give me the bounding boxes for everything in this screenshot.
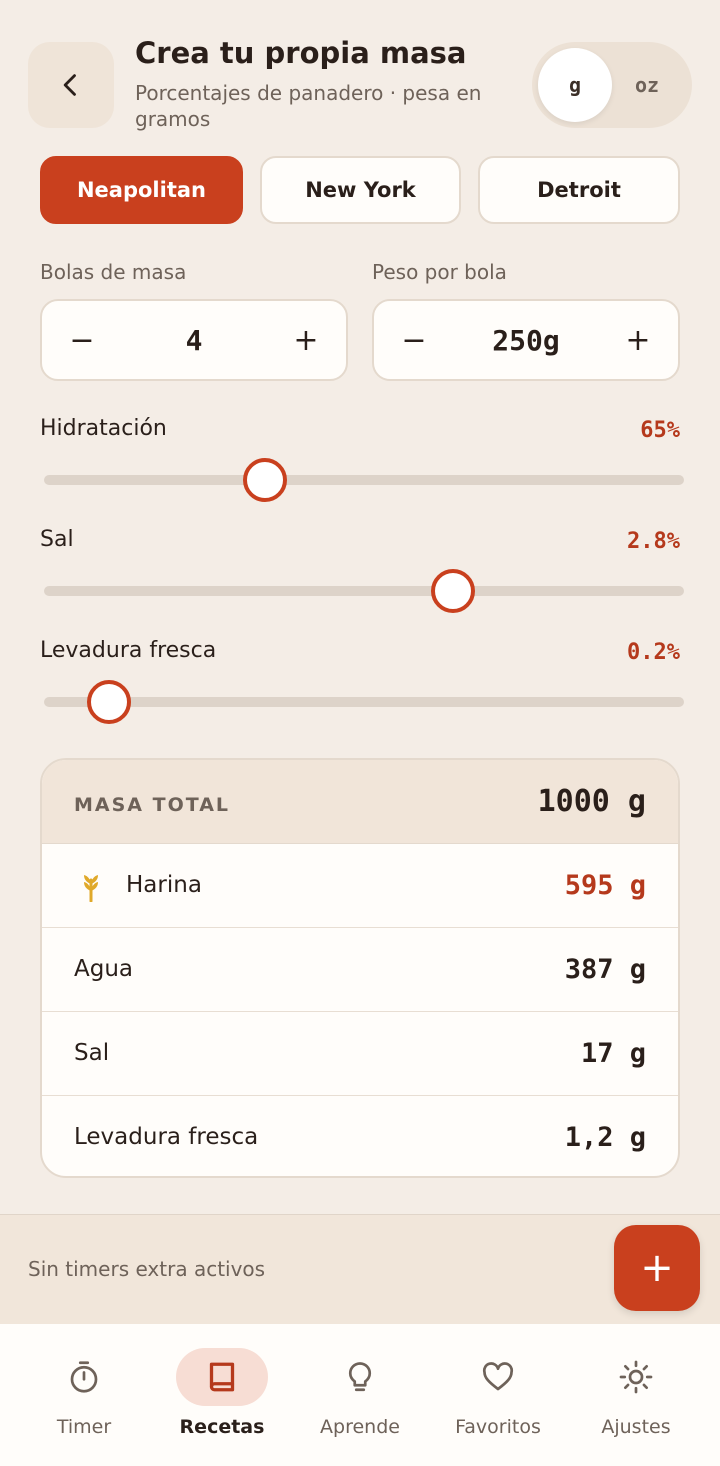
- chevron-left-icon: [63, 74, 76, 96]
- balls-label: Bolas de masa: [40, 260, 187, 284]
- add-timer-button[interactable]: +: [614, 1225, 700, 1311]
- weight-value: 250g: [492, 323, 560, 357]
- salt-slider-thumb[interactable]: [430, 569, 475, 613]
- nav-item-ajustes[interactable]: Ajustes: [576, 1346, 696, 1446]
- nav-item-aprende[interactable]: Aprende: [300, 1346, 420, 1446]
- weight-label: Peso por bola: [372, 260, 507, 284]
- style-tab-detroit[interactable]: Detroit: [478, 156, 680, 224]
- style-tab-new-york[interactable]: New York: [260, 156, 461, 224]
- ingredient-value: 387 g: [564, 954, 646, 985]
- extra-timers-bar: Sin timers extra activos +: [0, 1214, 720, 1324]
- ingredient-row-water: Agua 387 g: [42, 928, 678, 1012]
- balls-stepper: − 4 +: [40, 299, 348, 381]
- balls-decrement-button[interactable]: −: [42, 301, 122, 379]
- ingredient-label: Harina: [126, 872, 202, 898]
- nav-label: Timer: [56, 1416, 112, 1438]
- total-dough-label: MASA TOTAL: [74, 794, 231, 816]
- ingredient-label: Agua: [74, 956, 134, 982]
- ingredient-value: 17 g: [580, 1038, 646, 1069]
- book-icon: [209, 1362, 235, 1392]
- unit-toggle[interactable]: g oz: [532, 42, 692, 128]
- nav-item-timer[interactable]: Timer: [24, 1346, 144, 1446]
- nav-label: Aprende: [320, 1416, 400, 1438]
- ingredient-value: 595 g: [564, 870, 646, 901]
- page-title: Crea tu propia masa: [135, 36, 467, 70]
- salt-value: 2.8%: [627, 529, 680, 554]
- unit-option-ounces[interactable]: oz: [610, 48, 684, 122]
- unit-option-grams[interactable]: g: [538, 48, 612, 122]
- hydration-label: Hidratación: [40, 416, 167, 441]
- balls-increment-button[interactable]: +: [266, 301, 346, 379]
- dough-result-card: MASA TOTAL 1000 g Harina 595 g Agua 387 …: [40, 758, 680, 1178]
- weight-stepper: − 250g +: [372, 299, 680, 381]
- wheat-icon: [84, 875, 98, 902]
- bottom-navigation: Timer Recetas Aprende Favoritos Ajustes: [0, 1324, 720, 1466]
- ingredient-value: 1,2 g: [564, 1122, 646, 1153]
- hydration-slider[interactable]: [44, 458, 684, 502]
- ingredient-row-salt: Sal 17 g: [42, 1012, 678, 1096]
- salt-label: Sal: [40, 527, 74, 552]
- total-dough-header: MASA TOTAL 1000 g: [42, 760, 678, 844]
- nav-label: Ajustes: [601, 1416, 671, 1438]
- salt-slider[interactable]: [44, 569, 684, 613]
- nav-label: Recetas: [179, 1416, 265, 1438]
- page-subtitle: Porcentajes de panadero · pesa en gramos: [135, 81, 482, 131]
- sun-icon: [619, 1360, 653, 1394]
- total-dough-value: 1000 g: [537, 784, 646, 819]
- style-tab-neapolitan[interactable]: Neapolitan: [40, 156, 243, 224]
- ingredient-row-flour: Harina 595 g: [42, 844, 678, 928]
- stopwatch-icon: [70, 1361, 98, 1393]
- yeast-value: 0.2%: [627, 640, 680, 665]
- weight-decrement-button[interactable]: −: [374, 301, 454, 379]
- yeast-slider[interactable]: [44, 680, 684, 724]
- ingredient-row-yeast: Levadura fresca 1,2 g: [42, 1096, 678, 1176]
- yeast-label: Levadura fresca: [40, 638, 217, 663]
- balls-value: 4: [185, 323, 203, 357]
- yeast-slider-thumb[interactable]: [86, 680, 131, 724]
- hydration-slider-thumb[interactable]: [242, 458, 287, 502]
- hydration-value: 65%: [640, 418, 680, 443]
- nav-item-favoritos[interactable]: Favoritos: [438, 1346, 558, 1446]
- weight-increment-button[interactable]: +: [598, 301, 678, 379]
- ingredient-label: Sal: [74, 1040, 110, 1066]
- lightbulb-icon: [348, 1362, 372, 1392]
- ingredient-label: Levadura fresca: [74, 1124, 259, 1150]
- nav-item-recetas[interactable]: Recetas: [162, 1346, 282, 1446]
- extra-timers-status: Sin timers extra activos: [28, 1257, 266, 1281]
- heart-icon: [482, 1362, 514, 1391]
- back-button[interactable]: [28, 42, 114, 128]
- nav-label: Favoritos: [455, 1416, 541, 1438]
